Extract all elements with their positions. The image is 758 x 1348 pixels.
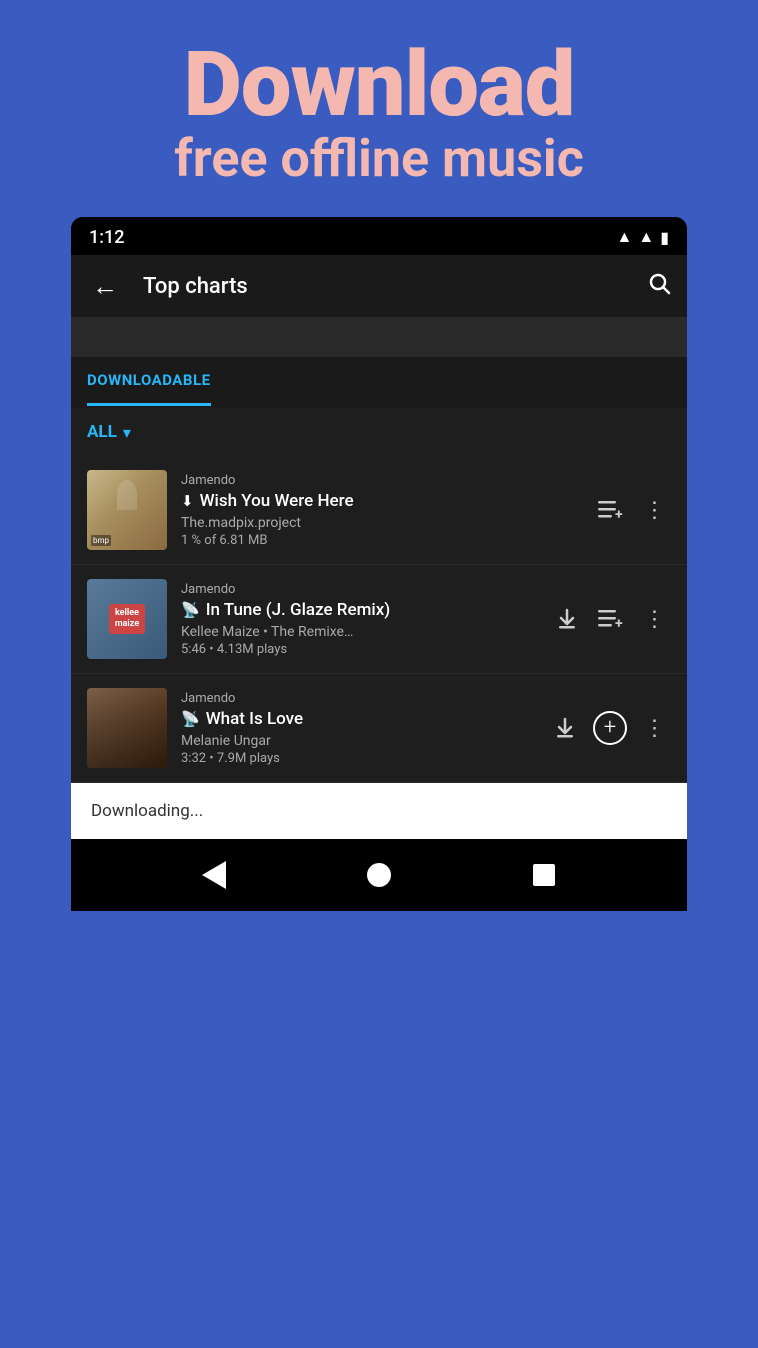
phone-mockup: 1:12 ▲ ▲ ▮ ← Top charts DOWNLOADABLE ALL…: [71, 217, 687, 911]
page-title: Top charts: [143, 274, 647, 299]
song-title-row: 📡 In Tune (J. Glaze Remix): [181, 600, 543, 620]
song-title-row: ⬇ Wish You Were Here: [181, 491, 587, 511]
song-actions: + ⋮: [549, 711, 671, 745]
more-options-button[interactable]: ⋮: [639, 712, 671, 744]
song-artist: Kellee Maize • The Remixe…: [181, 624, 543, 640]
tab-downloadable[interactable]: DOWNLOADABLE: [87, 357, 211, 406]
banner: Download free offline music: [0, 0, 758, 217]
add-button[interactable]: +: [593, 711, 627, 745]
add-to-queue-button[interactable]: +: [595, 494, 627, 526]
song-list: bmp Jamendo ⬇ Wish You Were Here The.mad…: [71, 456, 687, 783]
song-source: Jamendo: [181, 691, 541, 706]
back-nav-button[interactable]: [192, 853, 236, 897]
spacer: [71, 317, 687, 357]
song-source: Jamendo: [181, 582, 543, 597]
svg-text:+: +: [615, 616, 623, 630]
song-meta: 1 % of 6.81 MB: [181, 533, 587, 548]
song-actions: + ⋮: [595, 494, 671, 526]
song-thumbnail: [87, 688, 167, 768]
list-item[interactable]: kelleemaize Jamendo 📡 In Tune (J. Glaze …: [71, 565, 687, 674]
nav-bar: [71, 839, 687, 911]
search-button[interactable]: [647, 271, 671, 301]
more-options-button[interactable]: ⋮: [639, 603, 671, 635]
song-info: Jamendo 📡 What Is Love Melanie Ungar 3:3…: [181, 691, 541, 766]
status-time: 1:12: [89, 227, 124, 248]
song-source: Jamendo: [181, 473, 587, 488]
more-options-button[interactable]: ⋮: [639, 494, 671, 526]
chevron-down-icon[interactable]: ▾: [123, 423, 131, 442]
song-thumbnail: kelleemaize: [87, 579, 167, 659]
download-button[interactable]: [549, 712, 581, 744]
wifi-icon: ▲: [617, 227, 633, 247]
song-info: Jamendo 📡 In Tune (J. Glaze Remix) Kelle…: [181, 582, 543, 657]
filter-row: ALL ▾: [71, 408, 687, 456]
song-thumbnail: bmp: [87, 470, 167, 550]
song-actions: + ⋮: [551, 603, 671, 635]
downloading-text: Downloading...: [91, 801, 203, 821]
song-meta: 5:46 • 4.13M plays: [181, 642, 543, 657]
stream-icon: 📡: [181, 710, 200, 728]
banner-subtitle: free offline music: [20, 130, 738, 187]
list-item[interactable]: Jamendo 📡 What Is Love Melanie Ungar 3:3…: [71, 674, 687, 783]
song-meta: 3:32 • 7.9M plays: [181, 751, 541, 766]
tab-bar: DOWNLOADABLE: [71, 357, 687, 408]
battery-icon: ▮: [660, 228, 669, 247]
list-item[interactable]: bmp Jamendo ⬇ Wish You Were Here The.mad…: [71, 456, 687, 565]
song-info: Jamendo ⬇ Wish You Were Here The.madpix.…: [181, 473, 587, 548]
recents-nav-button[interactable]: [522, 853, 566, 897]
banner-title: Download: [20, 40, 738, 130]
song-title: What Is Love: [206, 709, 303, 729]
song-title: Wish You Were Here: [200, 491, 354, 511]
top-bar: ← Top charts: [71, 255, 687, 317]
song-artist: The.madpix.project: [181, 515, 587, 531]
download-status-icon: ⬇: [181, 492, 194, 510]
filter-all-label[interactable]: ALL: [87, 422, 117, 442]
stream-icon: 📡: [181, 601, 200, 619]
downloading-bar: Downloading...: [71, 783, 687, 839]
status-bar: 1:12 ▲ ▲ ▮: [71, 217, 687, 255]
song-title: In Tune (J. Glaze Remix): [206, 600, 391, 620]
status-icons: ▲ ▲ ▮: [617, 227, 670, 247]
home-nav-button[interactable]: [357, 853, 401, 897]
song-artist: Melanie Ungar: [181, 733, 541, 749]
svg-text:+: +: [615, 507, 623, 521]
add-to-queue-button[interactable]: +: [595, 603, 627, 635]
signal-icon: ▲: [638, 227, 654, 247]
download-button[interactable]: [551, 603, 583, 635]
back-button[interactable]: ←: [87, 271, 123, 302]
song-title-row: 📡 What Is Love: [181, 709, 541, 729]
